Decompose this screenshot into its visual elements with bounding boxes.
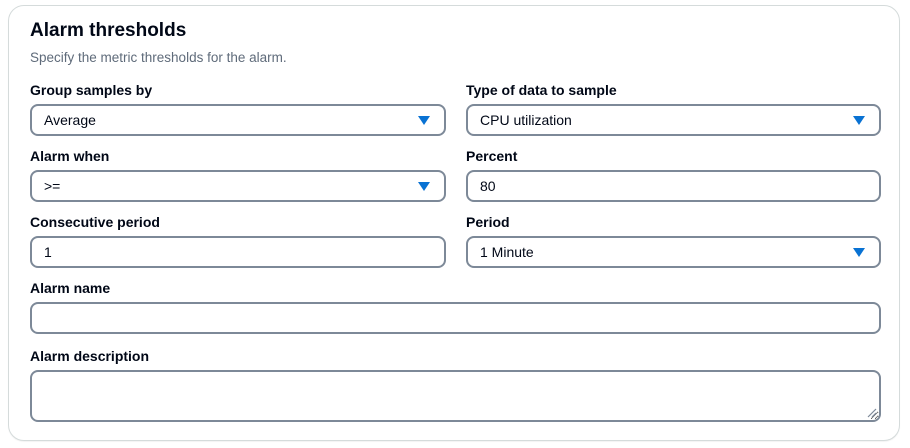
alarm-description-textarea[interactable] [30,370,881,422]
alarm-when-select[interactable]: >= [30,170,446,202]
group-samples-by-label: Group samples by [30,82,153,98]
section-title: Alarm thresholds [30,20,187,41]
type-of-data-label: Type of data to sample [466,82,617,98]
group-samples-by-value: Average [44,112,96,128]
alarm-name-label: Alarm name [30,280,111,296]
period-select[interactable]: 1 Minute [466,236,881,268]
chevron-down-icon [418,115,430,125]
alarm-when-label: Alarm when [30,148,110,164]
alarm-when-value: >= [44,178,61,194]
group-samples-by-select[interactable]: Average [30,104,446,136]
alarm-name-input[interactable] [30,302,881,334]
percent-label: Percent [466,148,518,164]
period-label: Period [466,214,510,230]
period-value: 1 Minute [480,244,534,260]
type-of-data-value: CPU utilization [480,112,572,128]
type-of-data-select[interactable]: CPU utilization [466,104,881,136]
resize-handle-icon[interactable] [865,406,877,418]
alarm-description-label: Alarm description [30,348,150,364]
chevron-down-icon [418,181,430,191]
consecutive-period-input[interactable] [30,236,446,268]
chevron-down-icon [853,115,865,125]
percent-input[interactable] [466,170,881,202]
section-description: Specify the metric thresholds for the al… [30,50,287,65]
consecutive-period-label: Consecutive period [30,214,160,230]
chevron-down-icon [853,247,865,257]
